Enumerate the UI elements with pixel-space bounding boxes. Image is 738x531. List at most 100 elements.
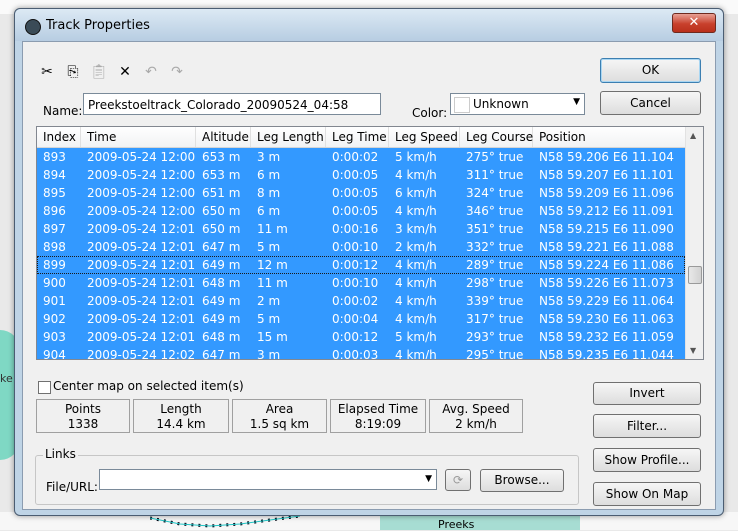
table-scrollbar[interactable]: ▲ ▼ [685, 127, 703, 359]
paste-icon[interactable]: 📋︎ [89, 63, 109, 81]
cell-time: 2009-05-24 12:01 [87, 312, 196, 326]
scroll-up-icon[interactable]: ▲ [690, 131, 696, 140]
stat-area: Area 1.5 sq km [232, 399, 327, 433]
app-globe-icon [25, 19, 41, 35]
redo-icon[interactable]: ↷ [167, 63, 187, 81]
table-row[interactable]: 895 2009-05-24 12:00 651 m 8 m 0:00:05 6 km/h… [37, 184, 685, 202]
show-profile-button[interactable]: Show Profile... [593, 448, 701, 472]
copy-icon[interactable]: ⎘ [63, 63, 83, 81]
col-altitude[interactable]: Altitude [196, 127, 251, 147]
cell-leg-length: 6 m [257, 168, 281, 182]
cell-position: N58 59.221 E6 11.088 [539, 240, 674, 254]
table-row[interactable]: 893 2009-05-24 12:00 653 m 3 m 0:00:02 5 km/h… [37, 148, 685, 166]
cell-position: N58 59.229 E6 11.064 [539, 294, 674, 308]
stat-length-label: Length [160, 402, 202, 416]
table-row[interactable]: 898 2009-05-24 12:01 647 m 5 m 0:00:10 2 km/h… [37, 238, 685, 256]
col-leg-course[interactable]: Leg Course [460, 127, 533, 147]
cell-leg-course: 351° true [466, 222, 524, 236]
undo-icon[interactable]: ↶ [141, 63, 161, 81]
cell-altitude: 648 m [202, 276, 241, 290]
col-leg-speed[interactable]: Leg Speed [389, 127, 460, 147]
cell-time: 2009-05-24 12:00 [87, 186, 196, 200]
stat-area-value: 1.5 sq km [249, 417, 310, 431]
table-body: 893 2009-05-24 12:00 653 m 3 m 0:00:02 5 km/h… [37, 148, 685, 359]
color-label: Color: [412, 106, 448, 120]
chevron-down-icon[interactable]: ▼ [425, 474, 432, 484]
title-bar[interactable]: Track Properties ✕ [15, 9, 723, 41]
cell-index: 904 [43, 348, 66, 359]
table-row[interactable]: 903 2009-05-24 12:01 648 m 15 m 0:00:12 5 km/… [37, 328, 685, 346]
cell-leg-time: 0:00:05 [332, 186, 379, 200]
cell-leg-course: 324° true [466, 186, 524, 200]
color-dropdown[interactable]: Unknown ▼ [450, 93, 585, 115]
track-points-table: Index Time Altitude Leg Length Leg Time … [36, 126, 704, 360]
cell-altitude: 647 m [202, 240, 241, 254]
go-link-button[interactable]: ⟳ [445, 469, 471, 491]
cell-altitude: 651 m [202, 186, 241, 200]
col-time[interactable]: Time [81, 127, 196, 147]
stat-points-label: Points [64, 402, 102, 416]
cell-leg-speed: 6 km/h [395, 186, 437, 200]
col-leg-time[interactable]: Leg Time [326, 127, 389, 147]
links-title: Links [43, 447, 78, 461]
cell-altitude: 650 m [202, 204, 241, 218]
cell-altitude: 649 m [202, 294, 241, 308]
filter-button[interactable]: Filter... [593, 414, 701, 438]
cell-leg-length: 12 m [257, 258, 288, 272]
stat-elapsed-time-label: Elapsed Time [337, 402, 419, 416]
cell-leg-speed: 5 km/h [395, 330, 437, 344]
dialog-client: ✂ ⎘ 📋︎ ✕ ↶ ↷ Name: Preekstoeltrack_Color… [22, 41, 716, 510]
file-url-input[interactable]: ▼ [99, 469, 437, 490]
table-row[interactable]: 900 2009-05-24 12:01 648 m 11 m 0:00:10 4 km/… [37, 274, 685, 292]
stat-elapsed-time: Elapsed Time 8:19:09 [330, 399, 426, 433]
cell-leg-time: 0:00:10 [332, 276, 379, 290]
color-swatch [454, 97, 470, 113]
cell-position: N58 59.207 E6 11.101 [539, 168, 674, 182]
scissors-icon[interactable]: ✂ [37, 63, 57, 81]
cell-time: 2009-05-24 12:01 [87, 294, 196, 308]
scroll-thumb[interactable] [688, 266, 702, 284]
stat-area-label: Area [265, 402, 294, 416]
show-on-map-button[interactable]: Show On Map [593, 482, 701, 506]
browse-button[interactable]: Browse... [480, 469, 564, 492]
close-button[interactable]: ✕ [672, 13, 716, 33]
stat-length-value: 14.4 km [156, 417, 206, 431]
table-row[interactable]: 901 2009-05-24 12:01 649 m 2 m 0:00:02 4 km/h… [37, 292, 685, 310]
stat-avg-speed-label: Avg. Speed [442, 402, 510, 416]
cell-position: N58 59.212 E6 11.091 [539, 204, 674, 218]
window-title: Track Properties [46, 18, 150, 33]
cell-leg-speed: 5 km/h [395, 150, 437, 164]
cell-altitude: 649 m [202, 312, 241, 326]
cell-index: 899 [43, 258, 66, 272]
name-input[interactable]: Preekstoeltrack_Colorado_20090524_04:58 [83, 93, 381, 115]
cancel-button[interactable]: Cancel [600, 91, 701, 115]
cell-leg-time: 0:00:04 [332, 312, 379, 326]
table-row[interactable]: 904 2009-05-24 12:02 647 m 3 m 0:00:03 4 km/h… [37, 346, 685, 359]
cell-altitude: 653 m [202, 150, 241, 164]
cell-leg-course: 311° true [466, 168, 524, 182]
cell-leg-course: 332° true [466, 240, 524, 254]
cell-leg-speed: 4 km/h [395, 168, 437, 182]
col-position[interactable]: Position [533, 127, 685, 147]
cell-altitude: 653 m [202, 168, 241, 182]
col-leg-length[interactable]: Leg Length [251, 127, 326, 147]
cell-position: N58 59.224 E6 11.086 [539, 258, 674, 272]
cell-index: 897 [43, 222, 66, 236]
cell-position: N58 59.235 E6 11.044 [539, 348, 674, 359]
cell-leg-time: 0:00:12 [332, 258, 379, 272]
table-row[interactable]: 894 2009-05-24 12:00 653 m 6 m 0:00:05 4 km/h… [37, 166, 685, 184]
table-row[interactable]: 902 2009-05-24 12:01 649 m 5 m 0:00:04 4 km/h… [37, 310, 685, 328]
delete-icon[interactable]: ✕ [115, 63, 135, 81]
table-row[interactable]: 899 2009-05-24 12:01 649 m 12 m 0:00:12 4 km/… [37, 256, 685, 274]
cell-position: N58 59.206 E6 11.104 [539, 150, 674, 164]
col-index[interactable]: Index [37, 127, 81, 147]
table-row[interactable]: 897 2009-05-24 12:01 650 m 11 m 0:00:16 3 km/… [37, 220, 685, 238]
table-row[interactable]: 896 2009-05-24 12:00 650 m 6 m 0:00:05 4 km/h… [37, 202, 685, 220]
scroll-down-icon[interactable]: ▼ [690, 346, 696, 355]
ok-button[interactable]: OK [600, 58, 701, 83]
center-map-checkbox[interactable] [38, 381, 51, 394]
cell-index: 895 [43, 186, 66, 200]
cell-position: N58 59.215 E6 11.090 [539, 222, 674, 236]
cell-index: 903 [43, 330, 66, 344]
invert-button[interactable]: Invert [593, 382, 701, 405]
